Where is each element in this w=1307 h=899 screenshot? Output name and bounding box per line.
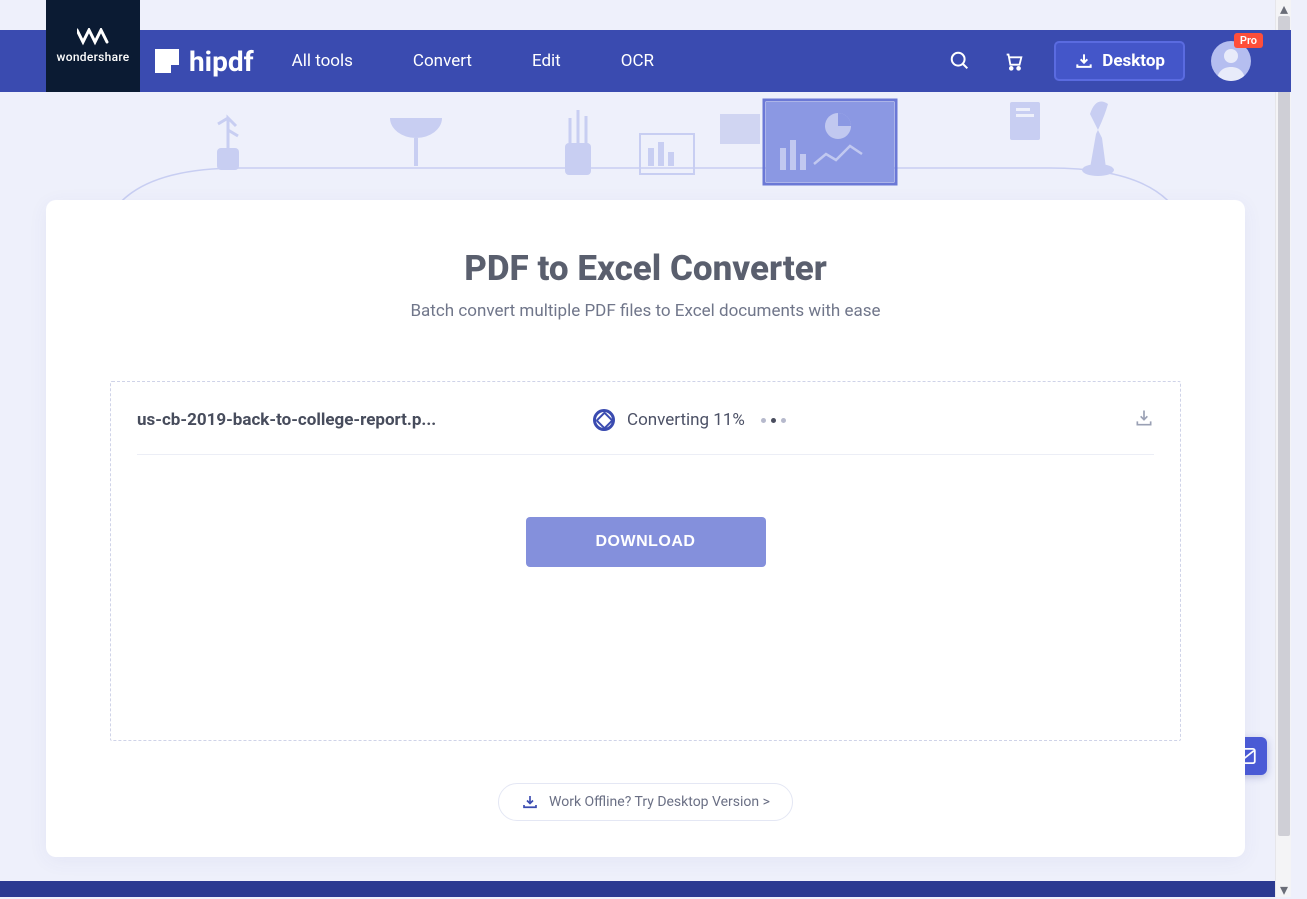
user-avatar-wrap: Pro [1211, 41, 1251, 81]
scrollbar-thumb[interactable] [1278, 16, 1290, 836]
scroll-down-icon[interactable]: ▾ [1276, 881, 1292, 897]
wondershare-brand-tab[interactable]: wondershare [46, 0, 140, 92]
download-file-icon[interactable] [1134, 408, 1154, 432]
file-name-label: us-cb-2019-back-to-college-report.p... [137, 410, 577, 430]
header-actions: Desktop Pro [946, 41, 1251, 81]
search-icon[interactable] [946, 47, 974, 75]
main-header: hipdf All tools Convert Edit OCR Desktop [0, 30, 1291, 92]
pro-badge: Pro [1234, 33, 1263, 48]
status-text: Converting 11% [627, 410, 745, 430]
footer-bar [0, 881, 1291, 897]
offline-pill-label: Work Offline? Try Desktop Version > [549, 794, 770, 810]
desktop-button-label: Desktop [1102, 51, 1165, 71]
download-desktop-icon [1074, 51, 1094, 71]
download-button[interactable]: DOWNLOAD [526, 517, 766, 567]
conversion-status: Converting 11% [593, 409, 786, 431]
scroll-up-icon[interactable]: ▴ [1276, 0, 1292, 16]
loading-dots-icon [761, 418, 786, 423]
page-title: PDF to Excel Converter [110, 248, 1181, 289]
nav-edit[interactable]: Edit [532, 51, 561, 71]
product-name: hipdf [189, 45, 254, 78]
vertical-scrollbar[interactable]: ▴ ▾ [1275, 0, 1291, 897]
page-subtitle: Batch convert multiple PDF files to Exce… [110, 301, 1181, 321]
top-spacer [0, 0, 1291, 30]
file-row: us-cb-2019-back-to-college-report.p... C… [137, 382, 1154, 455]
converting-spinner-icon [593, 409, 615, 431]
nav-convert[interactable]: Convert [413, 51, 472, 71]
download-small-icon [521, 793, 539, 811]
brand-company-label: wondershare [57, 50, 130, 64]
nav-ocr[interactable]: OCR [621, 51, 654, 71]
main-nav: All tools Convert Edit OCR [292, 51, 654, 71]
converter-card: PDF to Excel Converter Batch convert mul… [46, 200, 1245, 857]
offline-desktop-pill[interactable]: Work Offline? Try Desktop Version > [498, 783, 793, 821]
cart-icon[interactable] [1000, 47, 1028, 75]
wondershare-logo-icon [77, 28, 109, 46]
file-drop-area[interactable]: us-cb-2019-back-to-college-report.p... C… [110, 381, 1181, 741]
nav-all-tools[interactable]: All tools [292, 51, 353, 71]
hipdf-logo[interactable]: hipdf [155, 45, 254, 78]
desktop-button[interactable]: Desktop [1054, 41, 1185, 81]
hipdf-logo-icon [155, 49, 179, 73]
decorative-banner [0, 92, 1291, 200]
